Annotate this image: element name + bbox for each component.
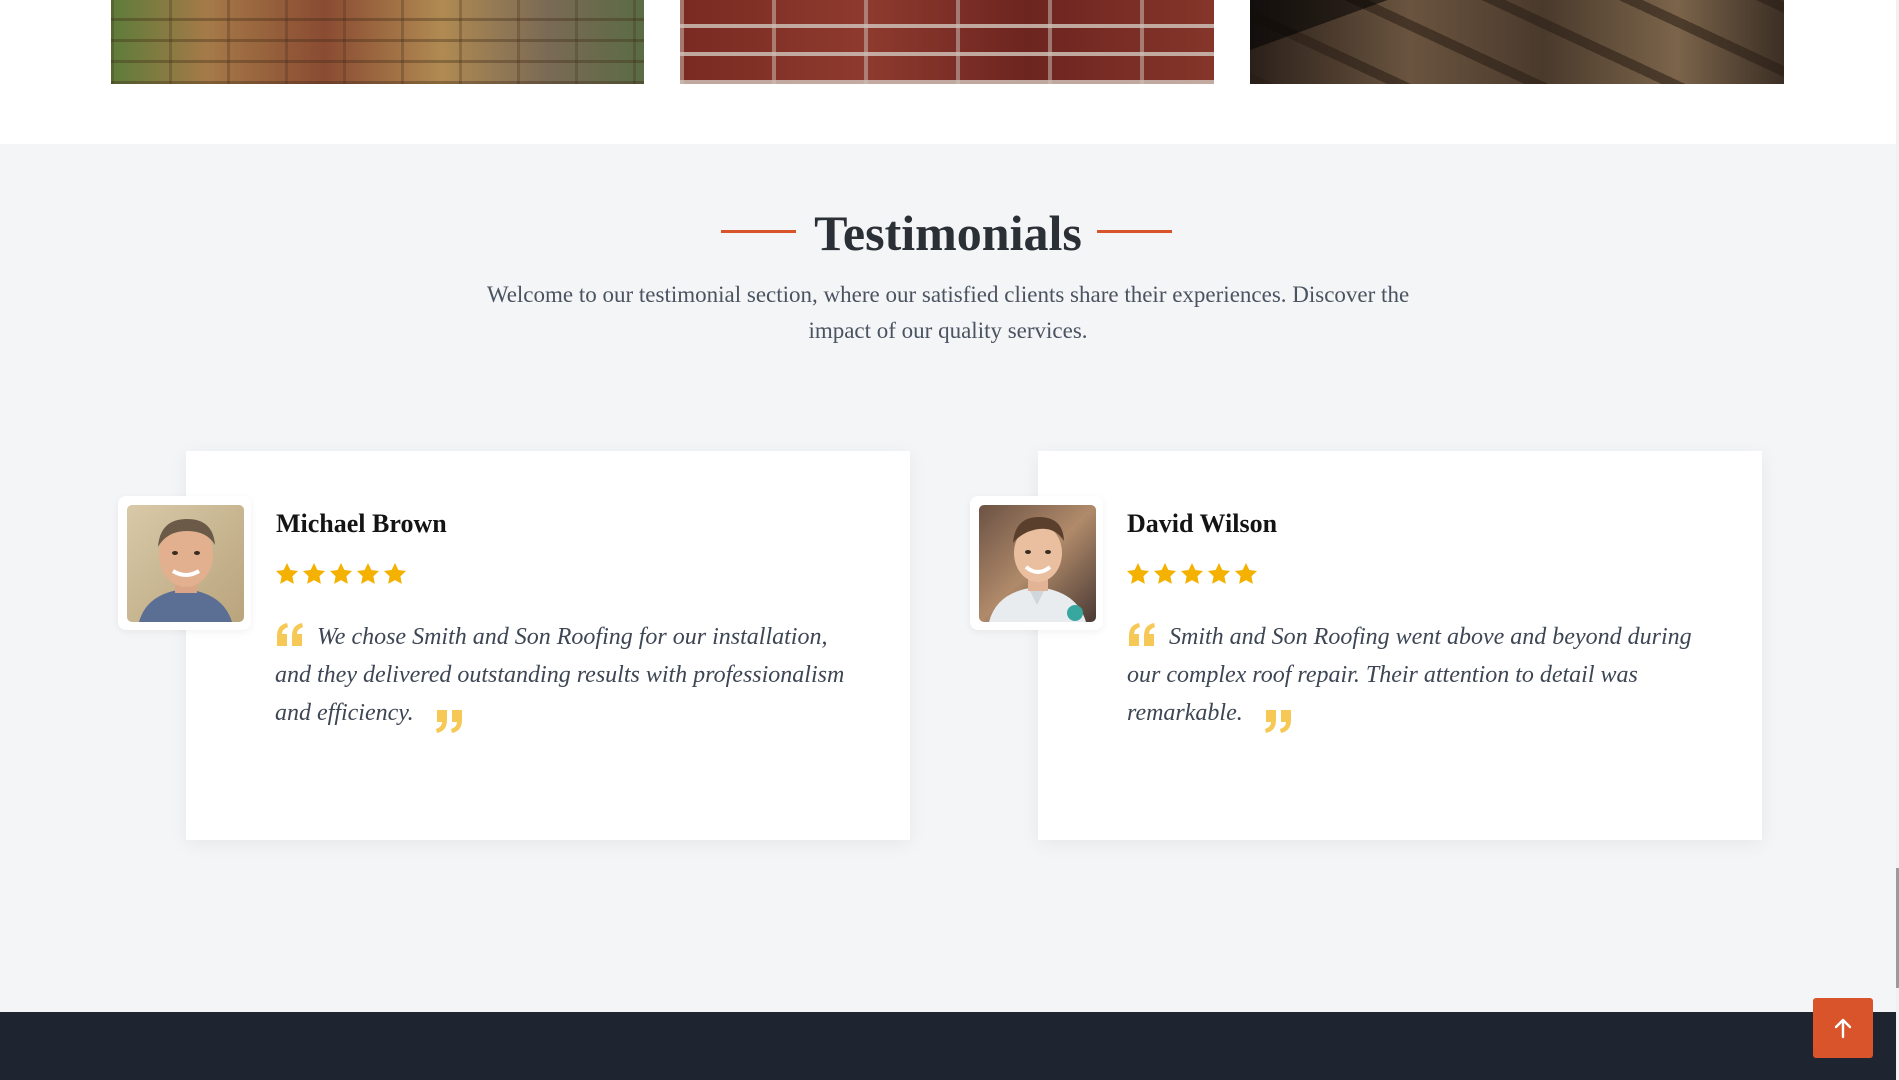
avatar-frame [118,496,251,630]
star-icon [329,562,353,584]
reviewer-name: David Wilson [1127,509,1278,538]
gallery-image-brick-wall[interactable] [111,0,644,84]
gallery-strip [0,0,1896,144]
page: Testimonials Welcome to our testimonial … [0,0,1896,1080]
section-subtitle: Welcome to our testimonial section, wher… [486,282,1410,343]
star-icon [302,562,326,584]
star-icon [1234,562,1258,584]
quote-open-icon [1129,623,1155,646]
star-icon [383,562,407,584]
star-icon [275,562,299,584]
rating-stars [274,561,408,587]
reviewer-name: Michael Brown [276,509,447,538]
testimonial-quote: Smith and Son Roofing went above and bey… [1127,618,1717,734]
star-icon [1153,562,1177,584]
heading-decor-line-right [1097,230,1172,233]
quote-text: Smith and Son Roofing went above and bey… [1127,624,1692,726]
section-title: Testimonials [814,205,1082,261]
star-icon [1207,562,1231,584]
avatar [979,505,1096,622]
testimonial-quote: We chose Smith and Son Roofing for our i… [275,618,865,734]
testimonials-section: Testimonials Welcome to our testimonial … [0,144,1896,1071]
star-icon [356,562,380,584]
gallery-image-red-brick[interactable] [680,0,1214,84]
star-icon [1180,562,1204,584]
avatar [127,505,244,622]
quote-close-icon [435,710,462,733]
rating-stars [1125,561,1259,587]
quote-open-icon [277,623,303,646]
quote-text: We chose Smith and Son Roofing for our i… [275,624,845,726]
avatar-frame [970,496,1103,630]
gallery-image-timber[interactable] [1250,0,1784,84]
arrow-up-icon [1834,1018,1852,1039]
site-footer [0,1012,1896,1080]
star-icon [1126,562,1150,584]
back-to-top-button[interactable] [1813,998,1873,1058]
quote-close-icon [1264,710,1291,733]
